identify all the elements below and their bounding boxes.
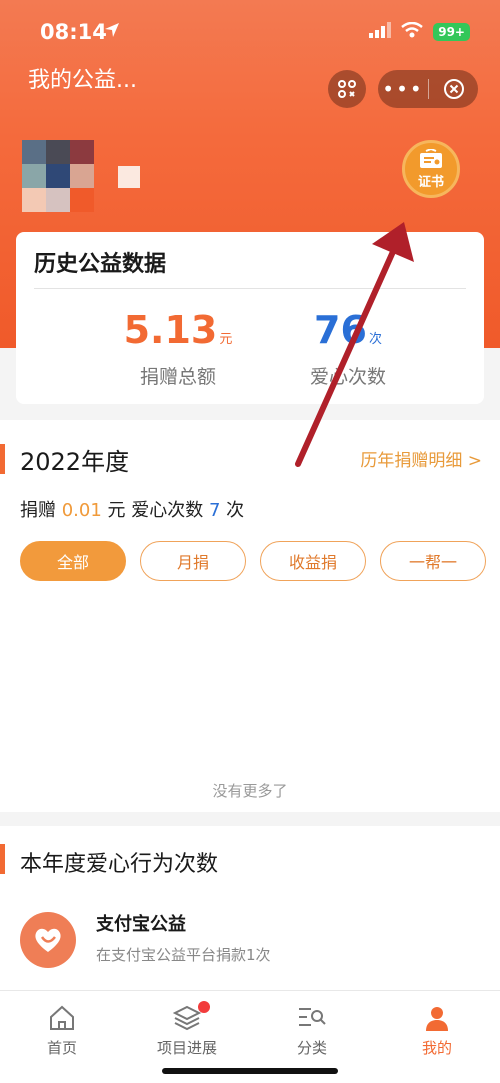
scan-button[interactable]	[328, 70, 366, 108]
notification-dot	[198, 1001, 210, 1013]
tab-progress[interactable]: 项目进展	[142, 1001, 232, 1058]
donation-unit: 元	[219, 332, 233, 347]
battery-indicator: 99+	[433, 23, 470, 41]
tab-category[interactable]: 分类	[267, 1001, 357, 1058]
charity-heart-icon	[20, 912, 76, 968]
year-title: 2022年度	[20, 448, 130, 476]
user-name	[118, 166, 140, 188]
close-button[interactable]	[429, 78, 478, 100]
history-card: 历史公益数据 5.13 元 捐赠总额 76 次 爱心次数	[16, 232, 484, 404]
filter-monthly[interactable]: 月捐	[140, 541, 246, 581]
tab-label: 分类	[296, 1039, 327, 1057]
signal-icon	[369, 22, 392, 42]
filter-one-to-one[interactable]: 一帮一	[380, 541, 486, 581]
love-section: 本年度爱心行为次数 支付宝公益 在支付宝公益平台捐款1次	[0, 826, 500, 990]
history-title: 历史公益数据	[34, 252, 167, 277]
wifi-icon	[401, 21, 424, 42]
avatar[interactable]	[22, 140, 94, 212]
more-button[interactable]: •••	[378, 77, 428, 101]
year-count: 7	[208, 500, 221, 521]
year-amount: 0.01	[61, 500, 102, 521]
item-description: 在支付宝公益平台捐款1次	[96, 946, 271, 964]
section-accent	[0, 444, 5, 474]
status-bar: 08:14 99+	[0, 18, 500, 48]
certificate-icon	[420, 148, 442, 168]
tab-label: 我的	[421, 1039, 452, 1057]
status-icons: 99+	[369, 21, 470, 42]
history-detail-link[interactable]: 历年捐赠明细 >	[360, 446, 482, 471]
divider	[34, 288, 466, 289]
user-icon	[392, 1001, 482, 1035]
layers-icon	[142, 1001, 232, 1035]
filter-earnings[interactable]: 收益捐	[260, 541, 366, 581]
status-time: 08:14	[40, 20, 107, 44]
love-label: 爱心次数	[309, 366, 386, 388]
home-icon	[17, 1001, 107, 1035]
close-icon	[443, 79, 464, 99]
love-value: 76 次	[314, 308, 382, 352]
love-unit: 次	[368, 332, 382, 347]
filter-all[interactable]: 全部	[20, 541, 126, 581]
list-item[interactable]: 支付宝公益 在支付宝公益平台捐款1次	[20, 910, 480, 980]
donation-label: 捐赠总额	[139, 366, 216, 388]
section-accent	[0, 844, 5, 874]
donation-total[interactable]: 5.13 元 捐赠总额	[108, 310, 248, 389]
certificate-label: 证书	[417, 174, 444, 190]
page-title: 我的公益...	[28, 68, 137, 93]
tab-mine[interactable]: 我的	[392, 1001, 482, 1058]
tab-label: 首页	[46, 1039, 77, 1057]
scan-icon	[338, 80, 356, 98]
list-search-icon	[267, 1001, 357, 1035]
tab-label: 项目进展	[156, 1039, 217, 1057]
location-arrow-icon	[104, 22, 120, 42]
love-title: 本年度爱心行为次数	[20, 852, 219, 877]
mini-program-capsule: •••	[378, 70, 478, 108]
no-more-text: 没有更多了	[212, 782, 288, 800]
item-name: 支付宝公益	[96, 914, 186, 935]
home-indicator	[162, 1068, 338, 1074]
certificate-button[interactable]: 证书	[402, 140, 460, 198]
filter-chips: 全部 月捐 收益捐 一帮一	[20, 541, 486, 581]
year-summary: 捐赠 0.01 元 爱心次数 7 次	[20, 500, 245, 521]
tab-home[interactable]: 首页	[17, 1001, 107, 1058]
year-section: 2022年度 历年捐赠明细 > 捐赠 0.01 元 爱心次数 7 次 全部 月捐…	[0, 420, 500, 812]
donation-value: 5.13 元	[123, 308, 233, 352]
love-count[interactable]: 76 次 爱心次数	[278, 310, 418, 389]
